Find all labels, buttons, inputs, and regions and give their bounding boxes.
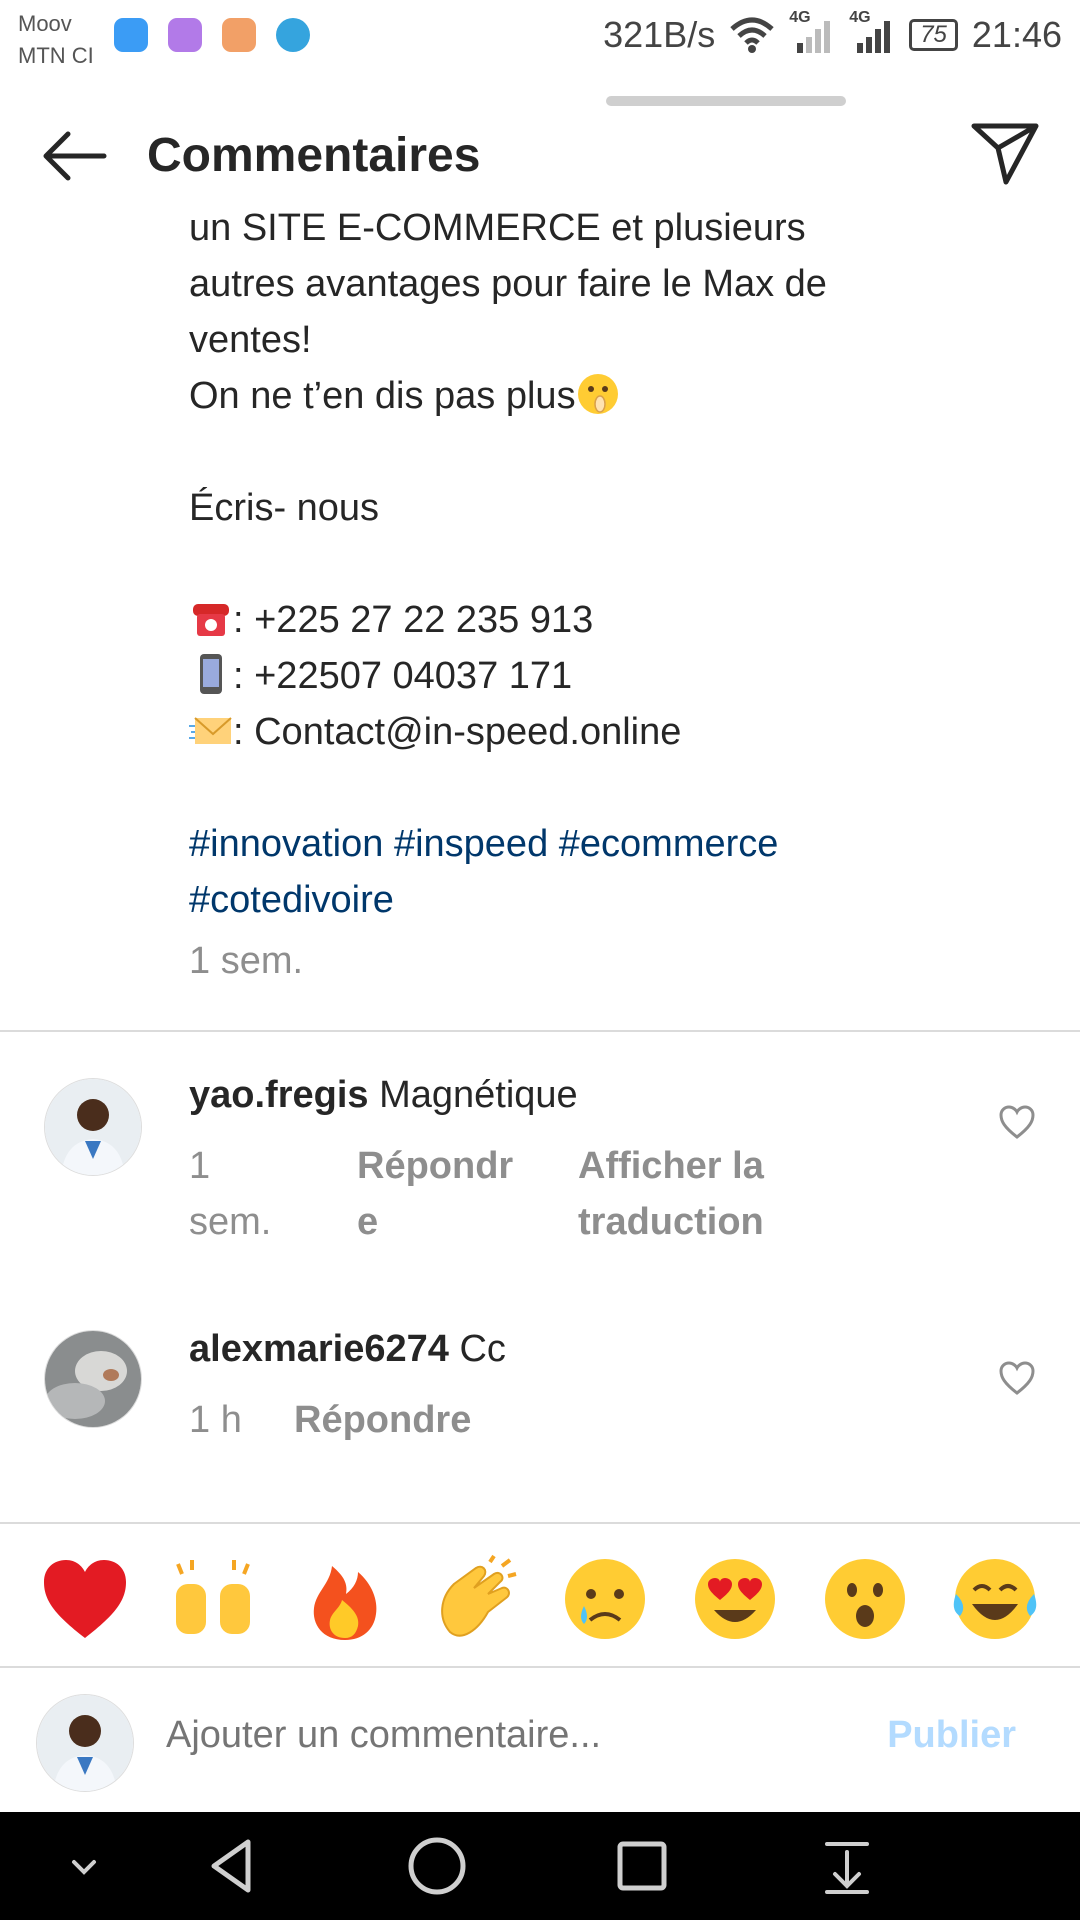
hashtag-link[interactable]: #ecommerce xyxy=(559,823,779,865)
crying-face-icon[interactable] xyxy=(560,1554,650,1644)
caption-line: un SITE E-COMMERCE et plusieurs xyxy=(189,207,806,249)
caption-line: ventes! xyxy=(189,319,312,361)
notification-icons xyxy=(114,18,310,52)
email[interactable]: : Contact@in-speed.online xyxy=(233,711,681,753)
comment-composer: Publier xyxy=(0,1668,1080,1812)
post-caption: un SITE E-COMMERCE et plusieurs autres a… xyxy=(189,200,969,928)
comment-input[interactable] xyxy=(166,1714,866,1757)
caption-line: autres avantages pour faire le Max de xyxy=(189,263,827,305)
reply-button[interactable]: Répondr e xyxy=(357,1138,513,1250)
caption-spacer xyxy=(189,760,969,816)
hashtag-link[interactable]: #inspeed xyxy=(394,823,548,865)
network-speed: 321B/s xyxy=(603,14,716,55)
comment-body: yao.fregis Magnétique xyxy=(189,1070,578,1120)
divider xyxy=(0,1030,1080,1032)
comment-text: Cc xyxy=(459,1328,506,1370)
telegram-app-icon xyxy=(276,18,310,52)
translate-label-line: Afficher la xyxy=(578,1145,764,1187)
comment-text: Magnétique xyxy=(379,1074,578,1116)
user-avatar-image xyxy=(37,1695,133,1791)
caption-line: : +225 27 22 235 913 xyxy=(189,592,969,648)
caption-spacer xyxy=(189,536,969,592)
signal-1: 4G xyxy=(789,9,835,55)
publish-button[interactable]: Publier xyxy=(887,1714,1016,1757)
wifi-icon xyxy=(730,17,774,53)
clapping-hands-icon[interactable] xyxy=(430,1554,520,1644)
raising-hands-icon[interactable] xyxy=(168,1554,258,1644)
clock: 21:46 xyxy=(971,14,1062,55)
comment-time-line: sem. xyxy=(189,1201,272,1243)
signal-2: 4G xyxy=(849,9,895,55)
paper-plane-icon[interactable] xyxy=(968,118,1042,188)
caption-line: On ne t’en dis pas plus xyxy=(189,368,969,424)
carrier-2: MTN CI xyxy=(18,43,94,68)
comment-meta: 1 sem. Répondr e Afficher la traduction xyxy=(189,1138,889,1250)
like-heart-icon[interactable] xyxy=(998,1360,1036,1396)
heart-icon[interactable] xyxy=(40,1554,130,1644)
comment-username[interactable]: yao.fregis xyxy=(189,1074,369,1116)
translate-button[interactable]: Afficher la traduction xyxy=(578,1138,764,1250)
heart-eyes-icon[interactable] xyxy=(690,1554,780,1644)
hashtag-link[interactable]: #cotedivoire xyxy=(189,879,394,921)
like-heart-icon[interactable] xyxy=(998,1104,1036,1140)
recents-square-icon[interactable] xyxy=(610,1834,674,1898)
surprised-face-icon[interactable] xyxy=(820,1554,910,1644)
arrow-left-icon[interactable] xyxy=(38,128,108,184)
status-right: 321B/s 4G 4G 75 21:46 xyxy=(603,9,1062,56)
shushing-face-icon xyxy=(577,374,618,414)
hashtags-line: #cotedivoire xyxy=(189,872,969,928)
battery-icon: 75 xyxy=(909,19,958,51)
carrier-info: Moov MTN CI xyxy=(18,8,94,72)
system-navigation-bar xyxy=(0,1812,1080,1920)
home-circle-icon[interactable] xyxy=(405,1834,469,1898)
user-avatar-image xyxy=(45,1079,141,1175)
caption-line: Écris- nous xyxy=(189,487,380,529)
chevron-down-icon[interactable] xyxy=(52,1834,116,1898)
notification-pulldown-icon[interactable] xyxy=(815,1834,879,1898)
messages-app-icon xyxy=(114,18,148,52)
caption-timestamp: 1 sem. xyxy=(189,940,304,982)
phone-2: : +22507 04037 171 xyxy=(233,655,573,697)
back-triangle-icon[interactable] xyxy=(202,1834,266,1898)
avatar[interactable] xyxy=(44,1330,142,1428)
comment-meta: 1 h Répondre xyxy=(189,1392,889,1448)
tears-of-joy-icon[interactable] xyxy=(950,1554,1040,1644)
carrier-1: Moov xyxy=(18,11,72,36)
reply-label-line: Répondr xyxy=(357,1145,514,1187)
fire-icon[interactable] xyxy=(300,1554,390,1644)
comment-time-line: 1 xyxy=(189,1145,211,1187)
store-app-icon xyxy=(222,18,256,52)
emoji-quick-reactions xyxy=(0,1526,1080,1666)
signal-bars-icon xyxy=(797,21,831,53)
sheet-drag-handle[interactable] xyxy=(606,96,846,106)
hashtag-link[interactable]: #innovation xyxy=(189,823,383,865)
telephone-icon xyxy=(193,604,229,636)
incoming-envelope-icon xyxy=(189,717,232,744)
comment-time: 1 sem. xyxy=(189,1138,271,1250)
comment-username[interactable]: alexmarie6274 xyxy=(189,1328,449,1370)
reply-label-line: e xyxy=(357,1201,379,1243)
signal-bars-icon xyxy=(857,21,891,53)
caption-line: : Contact@in-speed.online xyxy=(189,704,969,760)
current-user-avatar xyxy=(36,1694,134,1792)
translate-label-line: traduction xyxy=(578,1201,764,1243)
caption-line-text: On ne t’en dis pas plus xyxy=(189,375,576,417)
comment-body: alexmarie6274 Cc xyxy=(189,1324,506,1374)
gallery-app-icon xyxy=(168,18,202,52)
phone-1: : +225 27 22 235 913 xyxy=(233,599,594,641)
mobile-phone-icon xyxy=(200,654,222,694)
hashtags-line: #innovation #inspeed #ecommerce xyxy=(189,816,969,872)
page-title: Commentaires xyxy=(147,129,481,182)
header: Commentaires xyxy=(0,108,1080,206)
status-bar: Moov MTN CI 321B/s 4G 4G 75 21:46 xyxy=(0,0,1080,78)
caption-spacer xyxy=(189,424,969,480)
caption-line: : +22507 04037 171 xyxy=(189,648,969,704)
divider xyxy=(0,1522,1080,1524)
user-avatar-image xyxy=(45,1331,141,1427)
comment-time: 1 h xyxy=(189,1399,242,1441)
reply-button[interactable]: Répondre xyxy=(294,1392,471,1448)
avatar[interactable] xyxy=(44,1078,142,1176)
